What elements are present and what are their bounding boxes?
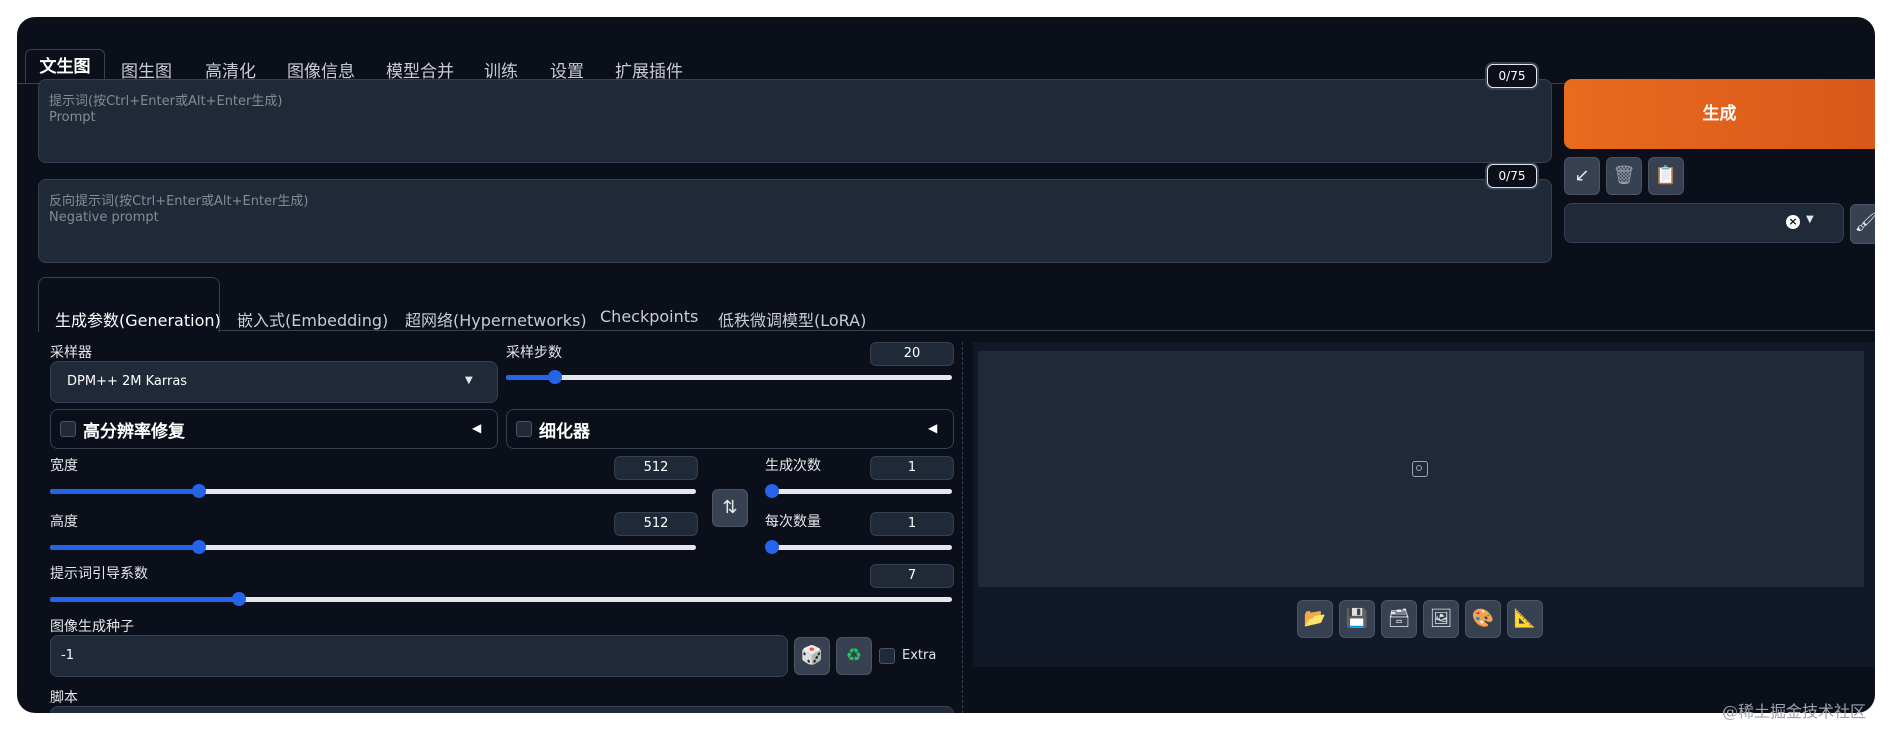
slider-thumb[interactable] [191,540,206,554]
hires-fix-checkbox[interactable] [60,421,76,437]
width-label: 宽度 [50,458,78,474]
triangle-ruler-icon: 📐 [1513,608,1537,629]
slider-thumb[interactable] [191,484,206,498]
pencil-icon: 🖌 [1854,212,1875,233]
dice-icon: 🎲 [800,645,824,666]
random-seed-button[interactable]: 🎲 [794,637,830,675]
send-to-img2img-button[interactable]: 🖼 [1423,600,1459,638]
send-to-extras-button[interactable]: 📐 [1507,600,1543,638]
send-to-inpaint-button[interactable]: 🎨 [1465,600,1501,638]
save-glyph-icon: 💾 [1345,608,1369,629]
generate-button[interactable]: 生成 [1564,79,1875,149]
clipboard-icon: 📋 [1654,165,1678,186]
height-slider[interactable] [50,540,696,554]
arrow-down-left-icon: ↙ [1574,165,1590,186]
prompt-placeholder-en: Prompt [49,110,96,125]
script-label: 脚本 [50,690,78,706]
recycle-icon: ♻ [845,645,863,666]
sampler-select[interactable]: DPM++ 2M Karras ▼ [50,361,498,403]
collapse-left-icon[interactable]: ◀ [472,421,481,435]
prompt-placeholder: 提示词(按Ctrl+Enter或Alt+Enter生成) [49,94,283,109]
batch-count-input[interactable]: 1 [870,456,954,480]
slider-thumb[interactable] [765,484,779,498]
style-select[interactable]: × ▼ [1564,203,1844,243]
cfg-scale-input[interactable]: 7 [870,564,954,588]
extra-seed-label: Extra [902,648,937,663]
zip-glyph-icon: 🗃 [1387,608,1411,629]
panel-divider [962,342,963,713]
save-button[interactable]: 💾 [1339,600,1375,638]
trash-icon: 🗑 [1612,165,1636,186]
edit-styles-button[interactable]: 🖌 [1850,204,1875,244]
seed-value: -1 [61,648,74,663]
slider-thumb[interactable] [232,592,247,606]
width-slider[interactable] [50,484,696,498]
batch-count-label: 生成次数 [765,458,821,474]
height-input[interactable]: 512 [614,512,698,536]
palette-icon: 🎨 [1471,608,1495,629]
sampler-label: 采样器 [50,345,92,361]
cfg-scale-slider[interactable] [50,592,952,606]
slider-thumb[interactable] [548,370,563,384]
clear-prompt-button[interactable]: 🗑 [1606,157,1642,195]
chevron-down-icon: ▼ [465,375,473,386]
width-input[interactable]: 512 [614,456,698,480]
steps-label: 采样步数 [506,345,562,361]
watermark: @稀土掘金技术社区 [1722,702,1867,721]
extra-seed-checkbox[interactable] [879,648,895,664]
batch-size-label: 每次数量 [765,514,821,530]
negative-prompt-placeholder: 反向提示词(按Ctrl+Enter或Alt+Enter生成) [49,194,309,209]
swap-vertical-icon: ⇅ [722,497,738,518]
picture-icon: 🖼 [1429,608,1453,629]
open-folder-button[interactable]: folder-icon📂 [1297,600,1333,638]
sub-tab-divider [218,330,1875,331]
chevron-down-icon[interactable]: ▼ [1806,214,1814,225]
steps-slider[interactable] [506,370,952,384]
batch-count-slider[interactable] [765,484,952,498]
tab-hypernetworks[interactable]: 超网络(Hypernetworks) [405,307,587,331]
sampler-value: DPM++ 2M Karras [67,374,188,389]
cfg-scale-label: 提示词引导系数 [50,566,148,582]
hires-fix-label: 高分辨率修复 [83,422,185,442]
apply-style-button[interactable]: 📋 [1648,157,1684,195]
negative-prompt-placeholder-en: Negative prompt [49,210,159,225]
seed-input[interactable]: -1 [50,635,788,677]
reuse-seed-button[interactable]: ♻ [836,637,872,675]
app-window: 文生图 图生图 高清化 图像信息 模型合并 训练 设置 扩展插件 提示词(按Ct… [17,17,1875,713]
slider-thumb[interactable] [765,540,779,554]
tab-lora[interactable]: 低秩微调模型(LoRA) [718,307,866,331]
swap-dimensions-button[interactable]: ⇅ [712,489,748,527]
tab-checkpoints[interactable]: Checkpoints [600,307,698,326]
tab-generation[interactable]: 生成参数(Generation) [55,307,221,331]
collapse-left-icon[interactable]: ◀ [928,421,937,435]
seed-label: 图像生成种子 [50,619,134,635]
batch-size-slider[interactable] [765,540,952,554]
clear-icon[interactable]: × [1786,215,1800,229]
read-params-button[interactable]: ↙ [1564,157,1600,195]
tab-embedding[interactable]: 嵌入式(Embedding) [237,307,388,331]
script-select[interactable] [50,706,954,713]
steps-input[interactable]: 20 [870,342,954,366]
refiner-label: 细化器 [539,422,590,442]
image-sun-icon [1416,465,1422,471]
zip-button[interactable]: 🗃 [1381,600,1417,638]
batch-size-input[interactable]: 1 [870,512,954,536]
refiner-checkbox[interactable] [516,421,532,437]
image-placeholder-icon [1412,461,1428,477]
prompt-token-counter: 0/75 [1487,64,1537,88]
negative-prompt-token-counter: 0/75 [1487,164,1537,188]
folder-glyph-icon: 📂 [1303,608,1327,629]
height-label: 高度 [50,514,78,530]
